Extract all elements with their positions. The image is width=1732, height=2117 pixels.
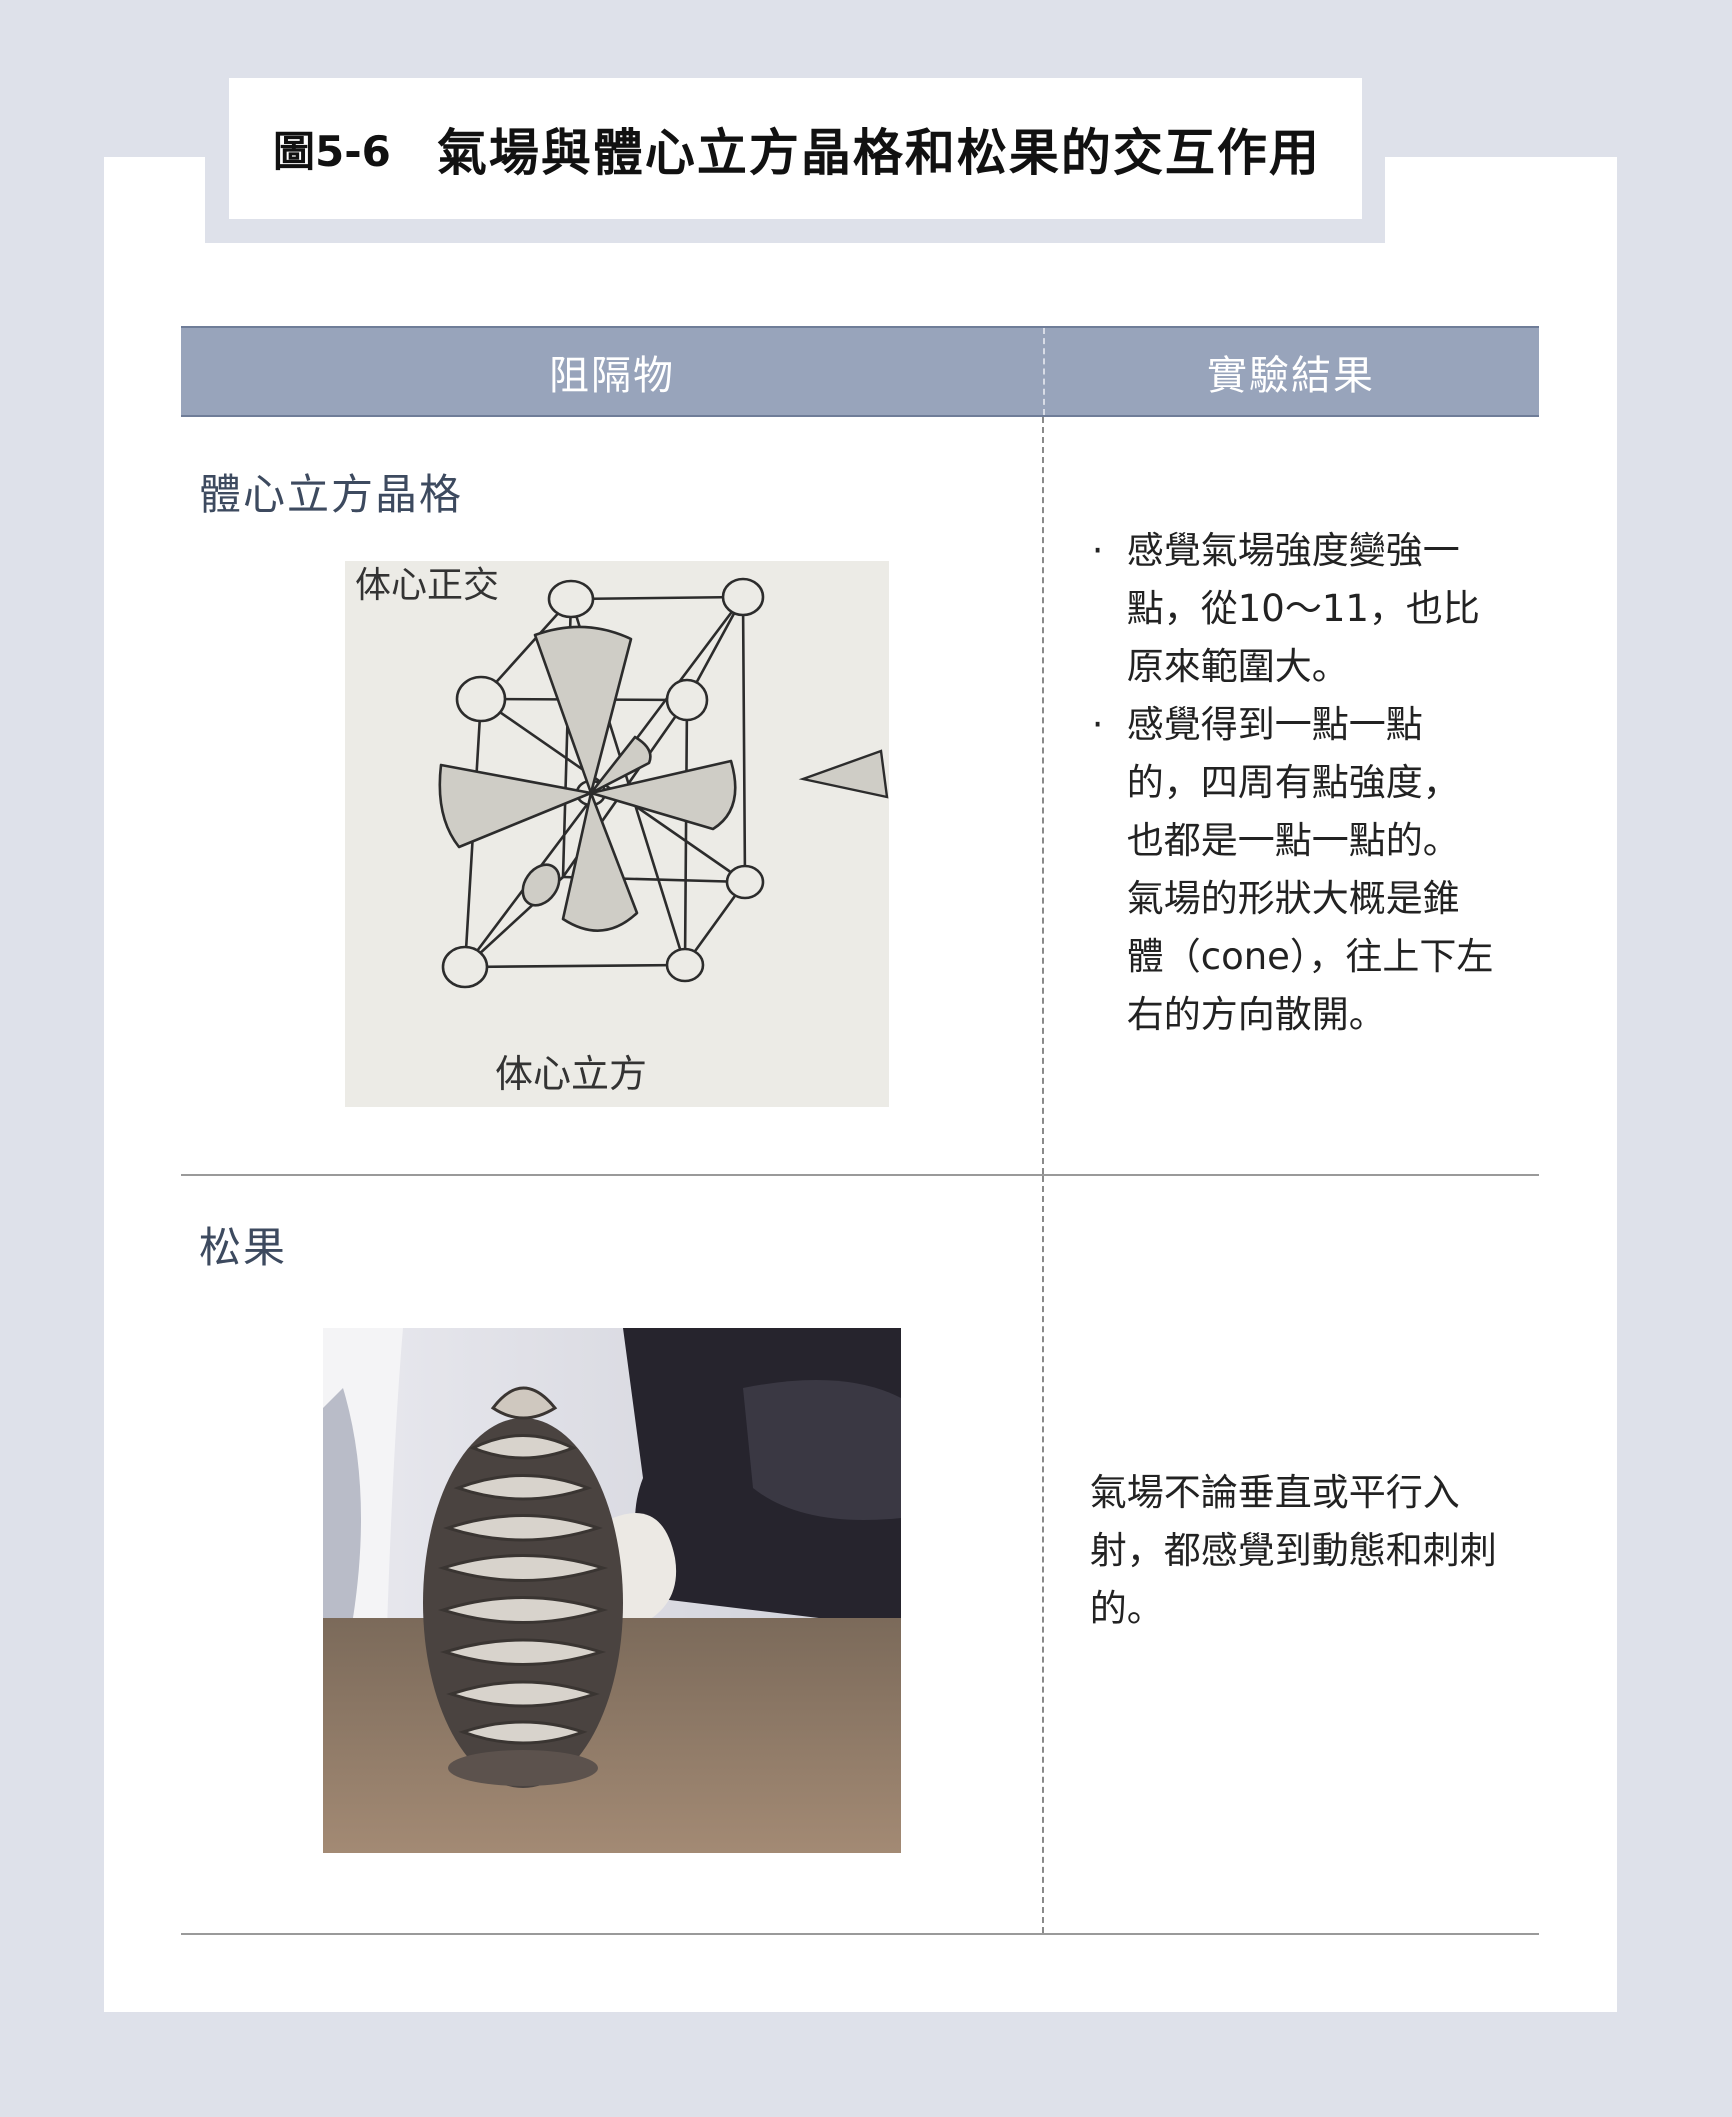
figure-number: 圖5-6	[273, 127, 391, 176]
bullet-dot: ·	[1091, 529, 1104, 572]
obstacle-label: 松果	[199, 1223, 288, 1272]
result-text: 感覺得到一點一點的，四周有點強度，也都是一點一點的。氣場的形狀大概是錐體（con…	[1126, 703, 1494, 1036]
results-table: 阻隔物 實驗結果 體心立方晶格 体心正交 体心立方 · 感覺氣場強度變強一點，從…	[181, 326, 1539, 1935]
header-result: 實驗結果	[1207, 352, 1375, 399]
list-item: · 感覺得到一點一點的，四周有點強度，也都是一點一點的。氣場的形狀大概是錐體（c…	[1044, 696, 1540, 1044]
figure-title: 氣場與體心立方晶格和松果的交互作用	[436, 123, 1321, 182]
header-obstacle: 阻隔物	[549, 352, 675, 399]
header-divider	[1043, 328, 1045, 415]
table-header: 阻隔物 實驗結果	[181, 326, 1539, 417]
result-text: 感覺氣場強度變強一點，從10～11，也比原來範圍大。	[1126, 529, 1480, 688]
list-item: · 感覺氣場強度變強一點，從10～11，也比原來範圍大。	[1044, 522, 1540, 696]
bullet-dot: ·	[1091, 703, 1104, 746]
result-cell: 氣場不論垂直或平行入射，都感覺到動態和刺刺的。	[1041, 1176, 1539, 1933]
result-text: 氣場不論垂直或平行入射，都感覺到動態和刺刺的。	[1089, 1471, 1497, 1630]
result-cell: · 感覺氣場強度變強一點，從10～11，也比原來範圍大。 · 感覺得到一點一點的…	[1041, 417, 1540, 1174]
pinecone-photo	[323, 1328, 901, 1853]
obstacle-label: 體心立方晶格	[199, 470, 464, 519]
sketch-label-bottom: 体心立方	[495, 1052, 647, 1096]
sketch-label-top: 体心正交	[355, 565, 499, 606]
obstacle-cell: 體心立方晶格 体心正交 体心立方	[181, 417, 1042, 1174]
table-row: 松果 氣場不論垂直或平行入射，都感覺到動態和刺刺的。	[181, 1176, 1539, 1935]
table-row: 體心立方晶格 体心正交 体心立方 · 感覺氣場強度變強一點，從10～11，也比原…	[181, 417, 1539, 1176]
obstacle-cell: 松果	[181, 1176, 1042, 1933]
result-list: · 感覺氣場強度變強一點，從10～11，也比原來範圍大。 · 感覺得到一點一點的…	[1044, 522, 1540, 1044]
bcc-lattice-sketch: 体心正交 体心立方	[345, 547, 889, 1107]
figure-title-box: 圖5-6 氣場與體心立方晶格和松果的交互作用	[229, 78, 1362, 219]
